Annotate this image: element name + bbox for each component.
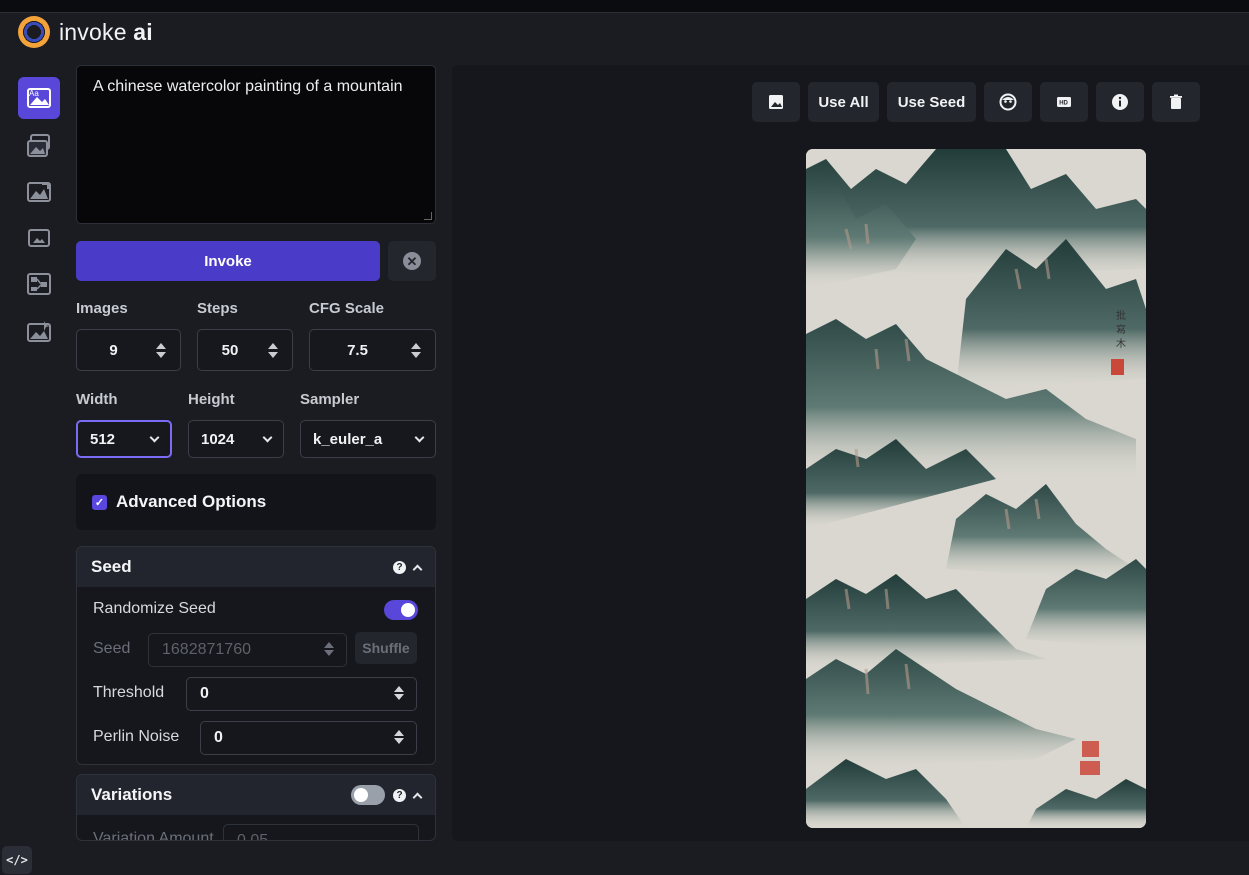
steps-input[interactable]: 50 (197, 329, 293, 371)
steps-stepper[interactable] (262, 342, 284, 358)
image-to-image-icon (27, 134, 50, 157)
inpainting-icon (27, 182, 51, 202)
generated-image[interactable]: 批 寫 木 (806, 149, 1146, 828)
chevron-up-icon (412, 564, 423, 574)
delete-button[interactable] (1152, 82, 1200, 122)
use-seed-button[interactable]: Use Seed (887, 82, 976, 122)
svg-text:寫: 寫 (1116, 323, 1126, 336)
shuffle-button[interactable]: Shuffle (355, 632, 417, 664)
postprocess-icon (27, 321, 51, 342)
variation-amount-label: Variation Amount (93, 830, 214, 841)
upscale-button[interactable]: HD (1040, 82, 1088, 122)
svg-text:木: 木 (1116, 338, 1126, 350)
face-restore-button[interactable] (984, 82, 1032, 122)
image-icon (769, 95, 783, 109)
steps-label: Steps (197, 300, 238, 317)
svg-text:Aa: Aa (29, 89, 39, 98)
resize-grip[interactable] (424, 212, 432, 220)
info-button[interactable] (1096, 82, 1144, 122)
advanced-options-row[interactable]: ✓ Advanced Options (76, 474, 436, 530)
sampler-select[interactable]: k_euler_a (300, 420, 436, 458)
tab-nodes[interactable] (18, 263, 60, 305)
dev-tools-button[interactable]: </> (2, 846, 32, 874)
chevron-down-icon (149, 432, 160, 442)
randomize-seed-toggle[interactable] (384, 600, 418, 620)
tab-inpainting[interactable] (18, 171, 60, 213)
svg-text:HD: HD (1059, 101, 1068, 107)
use-all-button[interactable]: Use All (808, 82, 879, 122)
width-label: Width (76, 391, 118, 408)
send-to-image-button[interactable] (752, 82, 800, 122)
brand-title: invoke ai (59, 19, 153, 45)
tab-outpainting[interactable] (18, 217, 60, 259)
cancel-button[interactable]: ✕ (388, 241, 436, 281)
outpainting-icon (28, 229, 50, 247)
svg-text:批: 批 (1116, 309, 1126, 322)
variations-accordion-header[interactable]: Variations ? (77, 775, 435, 815)
threshold-label: Threshold (93, 684, 165, 701)
width-select[interactable]: 512 (76, 420, 172, 458)
perlin-noise-label: Perlin Noise (93, 728, 180, 745)
sampler-label: Sampler (300, 391, 360, 408)
window-top-strip (0, 0, 1249, 12)
mountain-painting: 批 寫 木 (806, 149, 1146, 828)
variations-toggle[interactable] (351, 785, 385, 805)
text-to-image-icon: Aa (27, 88, 51, 108)
chevron-down-icon (414, 432, 425, 442)
height-select[interactable]: 1024 (188, 420, 284, 458)
help-icon[interactable]: ? (393, 788, 406, 802)
info-icon (1112, 94, 1128, 110)
nodes-icon (27, 273, 51, 295)
face-restore-icon (999, 93, 1017, 111)
seed-accordion-header[interactable]: Seed ? (77, 547, 435, 587)
threshold-input[interactable]: 0 (186, 677, 417, 711)
x-circle-icon: ✕ (403, 252, 421, 270)
invoke-button[interactable]: Invoke (76, 241, 380, 281)
randomize-seed-label: Randomize Seed (93, 600, 216, 617)
tab-text-to-image[interactable]: Aa (18, 77, 60, 119)
images-input[interactable]: 9 (76, 329, 181, 371)
prompt-text: A chinese watercolor painting of a mount… (93, 78, 403, 95)
cfg-scale-stepper[interactable] (405, 342, 427, 358)
height-label: Height (188, 391, 235, 408)
tab-postprocess[interactable] (18, 311, 60, 353)
advanced-options-label: Advanced Options (116, 492, 267, 511)
seed-input[interactable]: 1682871760 (148, 633, 347, 667)
seed-label: Seed (93, 640, 131, 657)
cfg-scale-label: CFG Scale (309, 300, 385, 317)
variations-accordion: Variations ? Variation Amount 0.05 (76, 774, 436, 841)
variation-amount-input[interactable]: 0.05 (223, 824, 419, 840)
help-icon[interactable]: ? (393, 560, 406, 574)
cfg-scale-input[interactable]: 7.5 (309, 329, 436, 371)
images-stepper[interactable] (150, 342, 172, 358)
advanced-options-checkbox[interactable]: ✓ (92, 494, 107, 510)
seed-stepper[interactable] (324, 642, 334, 656)
prompt-textarea[interactable]: A chinese watercolor painting of a mount… (76, 65, 436, 224)
chevron-down-icon (262, 432, 273, 442)
perlin-noise-stepper[interactable] (394, 730, 404, 744)
chevron-up-icon (412, 792, 423, 802)
tab-image-to-image[interactable] (18, 125, 60, 167)
invoke-logo (18, 16, 50, 48)
threshold-stepper[interactable] (394, 686, 404, 700)
trash-icon (1170, 94, 1182, 109)
images-label: Images (76, 300, 128, 317)
perlin-noise-input[interactable]: 0 (200, 721, 417, 755)
upscale-hd-icon: HD (1057, 97, 1071, 107)
